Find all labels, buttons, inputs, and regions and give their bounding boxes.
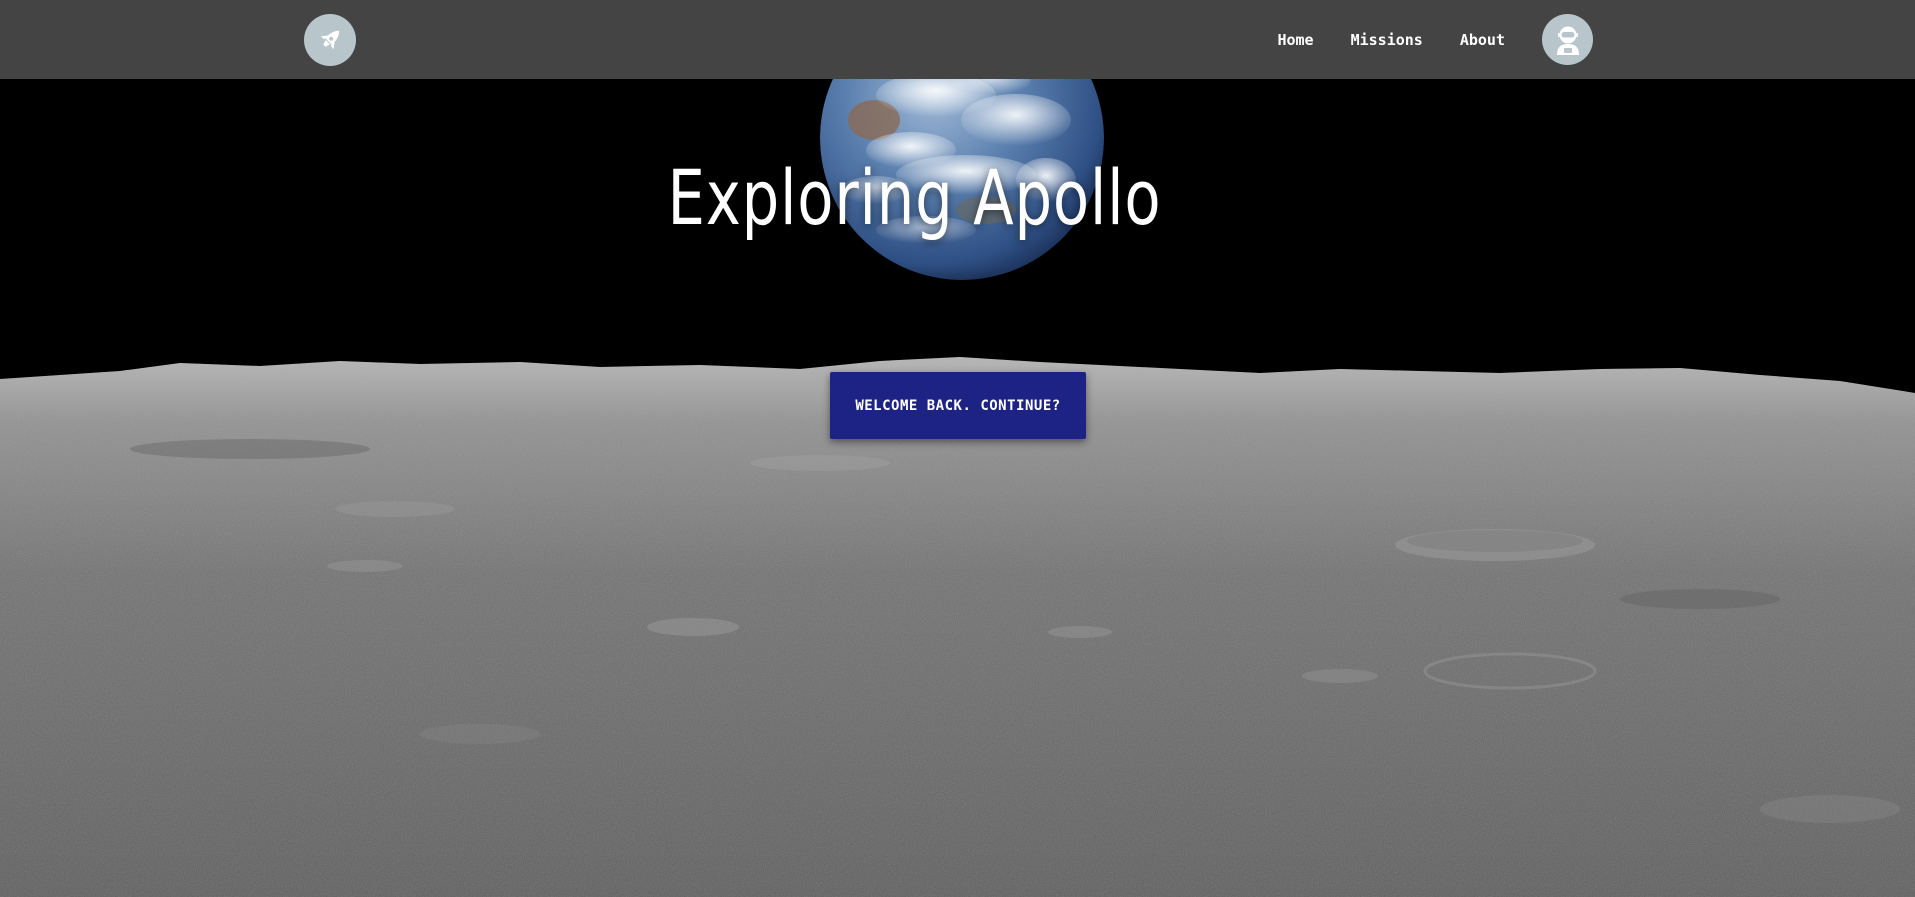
top-navbar: Home Missions About: [0, 0, 1915, 79]
astronaut-icon: [1556, 26, 1579, 55]
nav-link-about[interactable]: About: [1460, 31, 1505, 49]
nav-link-missions[interactable]: Missions: [1351, 31, 1423, 49]
nav-link-home[interactable]: Home: [1277, 31, 1313, 49]
user-avatar-button[interactable]: [1542, 14, 1593, 65]
page: Home Missions About Exploring Apollo WEL…: [0, 0, 1915, 897]
hero-title: Exploring Apollo: [667, 153, 1162, 242]
rocket-icon: [320, 30, 340, 50]
home-logo-button[interactable]: [304, 14, 356, 66]
hero-section: Exploring Apollo WELCOME BACK. CONTINUE?: [0, 0, 1915, 897]
nav-links: Home Missions About: [1277, 0, 1505, 79]
continue-button[interactable]: WELCOME BACK. CONTINUE?: [830, 372, 1086, 439]
